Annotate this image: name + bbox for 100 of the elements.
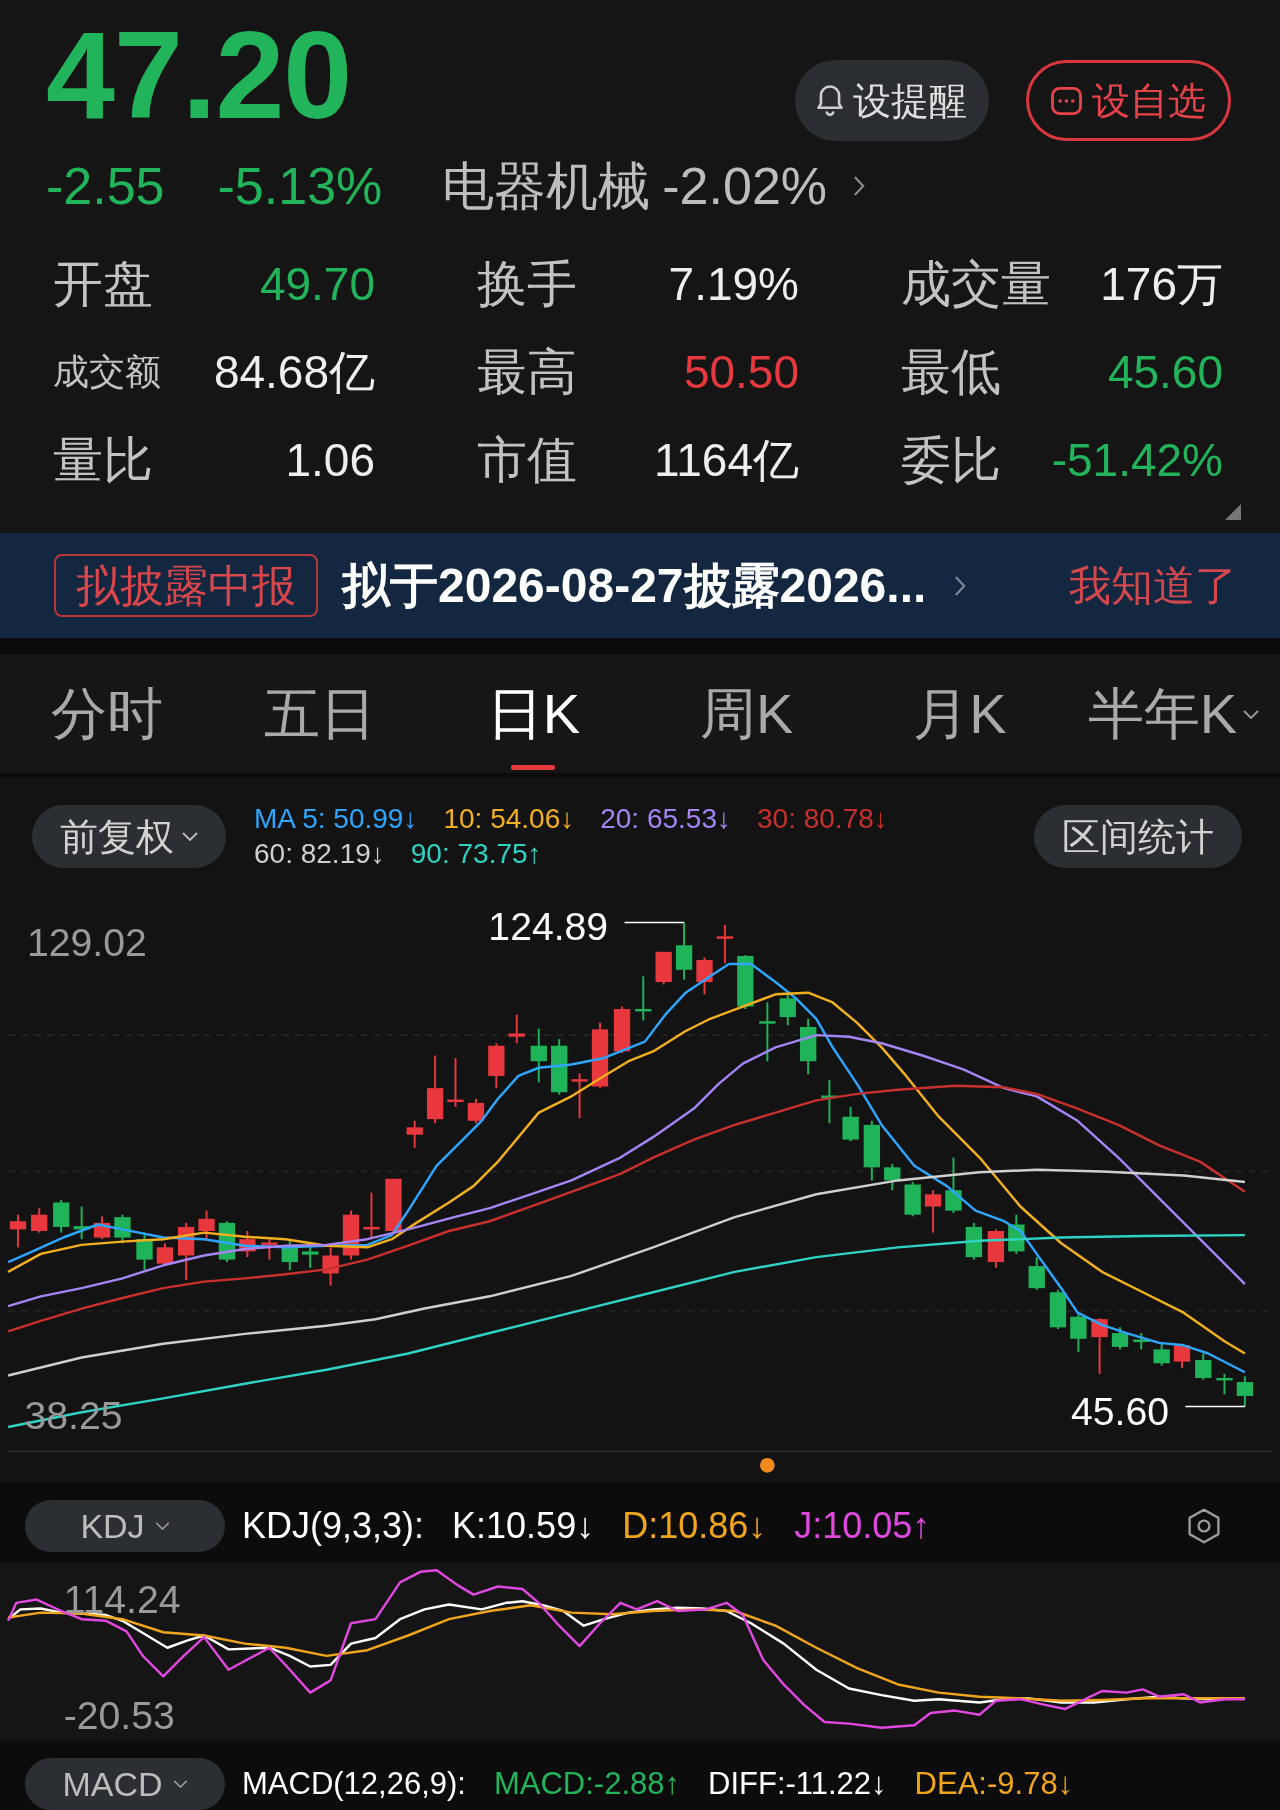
indicator-value: K:10.59↓: [452, 1504, 595, 1548]
falling-candle: [1070, 1313, 1087, 1353]
falling-candle: [635, 975, 652, 1022]
stat-label: 换手: [477, 259, 577, 309]
falling-candle: [53, 1199, 70, 1234]
stat-value: 45.60: [1107, 349, 1223, 395]
falling-candle: [904, 1181, 921, 1218]
period-tab[interactable]: 五日: [260, 655, 380, 773]
caret-down-icon: [182, 832, 198, 841]
bell-icon: [817, 85, 843, 116]
rising-candle: [385, 1177, 402, 1234]
falling-candle: [1236, 1375, 1254, 1408]
leader-line: [1184, 1405, 1246, 1408]
rising-candle: [591, 1021, 609, 1090]
rising-candle: [9, 1213, 27, 1249]
rising-candle: [322, 1246, 339, 1287]
ma-legend-item: 60: 82.19↓: [254, 837, 385, 871]
indicator-value: DEA:-9.78↓: [914, 1764, 1074, 1803]
caret-down-icon: [172, 1780, 188, 1788]
stat-value: 176万: [1100, 261, 1223, 307]
stat-value: 7.19%: [668, 261, 799, 307]
stat-value: 1164亿: [654, 437, 799, 483]
stat-value: -51.42%: [1051, 437, 1223, 483]
stat-value: 49.70: [259, 261, 375, 307]
stat-value: 84.68亿: [213, 349, 375, 395]
falling-candle: [1195, 1352, 1212, 1381]
stat-value: 1.06: [285, 437, 375, 483]
falling-candle: [759, 1001, 776, 1063]
range-stats-button[interactable]: 区间统计: [1034, 805, 1242, 868]
rising-candle: [924, 1189, 942, 1234]
leader-line: [623, 921, 685, 924]
price-change: -2.55: [46, 160, 165, 212]
axis-max-label: 114.24: [63, 1577, 181, 1621]
caret-down-icon: [1243, 709, 1259, 719]
indicator-dropdown[interactable]: KDJ: [25, 1500, 225, 1552]
falling-candle: [800, 1017, 817, 1076]
falling-candle: [281, 1238, 298, 1272]
stat-label: 成交量: [901, 259, 1051, 309]
rising-candle: [613, 1005, 631, 1055]
falling-candle: [73, 1205, 90, 1241]
falling-candle: [551, 1038, 568, 1096]
sector-name: 电器机械: [442, 160, 651, 212]
indicator-params: KDJ(9,3,3):: [242, 1504, 425, 1548]
ma-legend-item: 20: 65.53↓: [600, 802, 731, 836]
watchlist-button[interactable]: 设自选: [1026, 60, 1231, 141]
high-price-label: 124.89: [488, 905, 609, 949]
stat-label: 市值: [477, 435, 577, 485]
falling-candle: [1028, 1256, 1045, 1291]
rising-candle: [406, 1119, 423, 1149]
falling-candle: [530, 1027, 547, 1084]
alert-button[interactable]: 设提醒: [795, 60, 989, 141]
period-tab[interactable]: 周K: [695, 655, 798, 773]
period-tab[interactable]: 半年K: [1083, 655, 1263, 773]
indicator-params: MACD(12,26,9):: [242, 1764, 466, 1803]
rising-candle: [1091, 1317, 1108, 1375]
falling-candle: [1008, 1213, 1025, 1255]
dots-square-icon: [1051, 86, 1082, 115]
rising-candle: [198, 1209, 215, 1241]
ma-legend-item: 10: 54.06↓: [443, 802, 575, 836]
falling-candle: [1153, 1342, 1170, 1367]
axis-max-label: 129.02: [26, 920, 147, 964]
stat-label: 委比: [901, 435, 1001, 485]
stat-label: 开盘: [53, 259, 153, 309]
falling-candle: [965, 1221, 983, 1261]
stat-value: 50.50: [683, 349, 799, 395]
rising-candle: [696, 956, 713, 996]
rising-candle: [467, 1097, 485, 1125]
notice-text: 拟于2026-08-27披露2026...: [342, 561, 927, 610]
rising-candle: [156, 1242, 174, 1267]
adjustment-dropdown[interactable]: 前复权: [32, 805, 226, 868]
ma-legend-item: 30: 80.78↓: [757, 802, 888, 836]
ma-legend-item: MA 5: 50.99↓: [254, 802, 418, 836]
period-tab[interactable]: 日K: [482, 655, 584, 773]
falling-candle: [737, 954, 754, 1010]
sector-change: -2.02%: [662, 160, 828, 212]
rising-candle: [177, 1221, 195, 1281]
falling-candle: [675, 921, 693, 981]
falling-candle: [945, 1156, 962, 1215]
last-price: 47.20: [46, 5, 352, 146]
falling-candle: [842, 1105, 859, 1143]
period-tab[interactable]: 分时: [46, 655, 167, 773]
indicator-dropdown[interactable]: MACD: [25, 1758, 225, 1810]
rising-candle: [342, 1209, 360, 1261]
falling-candle: [1133, 1332, 1150, 1351]
settings-icon[interactable]: [1187, 1508, 1221, 1544]
period-tab[interactable]: 月K: [909, 655, 1011, 773]
low-price-label: 45.60: [1070, 1390, 1169, 1434]
indicator-value: D:10.86↓: [622, 1504, 767, 1548]
indicator-value: MACD:-2.88↑: [493, 1764, 680, 1803]
rising-candle: [239, 1230, 256, 1259]
stat-label: 量比: [53, 435, 153, 485]
stat-label: 成交额: [53, 354, 161, 390]
corner-triangle-icon: [1225, 504, 1241, 520]
rising-candle: [716, 923, 734, 965]
indicator-value: DIFF:-11.22↓: [708, 1764, 887, 1803]
falling-candle: [1216, 1372, 1233, 1396]
rising-candle: [488, 1042, 505, 1090]
rising-candle: [655, 950, 672, 986]
falling-candle: [1111, 1326, 1129, 1351]
falling-candle: [863, 1119, 880, 1182]
